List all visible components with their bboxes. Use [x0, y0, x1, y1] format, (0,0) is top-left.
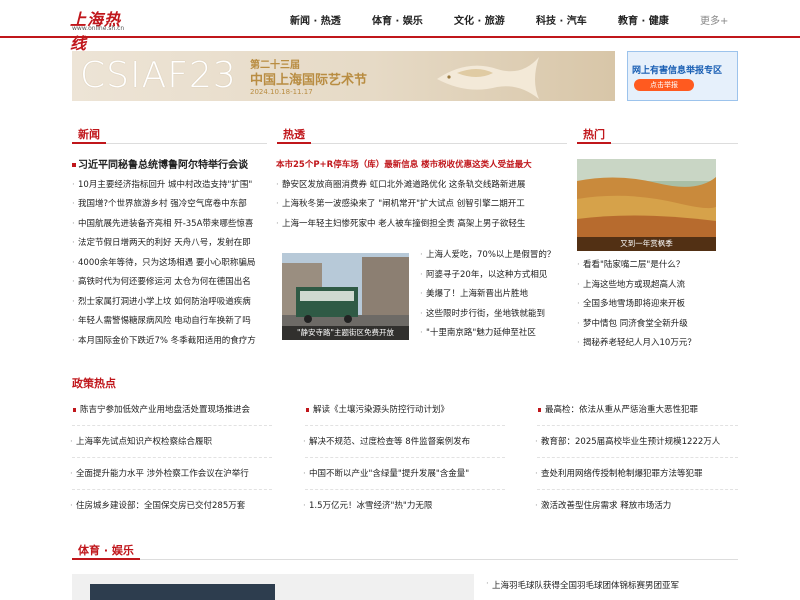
- list-item[interactable]: 1.5万亿元！冰雪经济"热"力无限: [303, 490, 505, 522]
- site-header: 上海热线 www.online.sh.cn 新闻 · 热透 体育 · 娱乐 文化…: [0, 0, 800, 53]
- list-item[interactable]: 解读《土壤污染源头防控行动计划》: [305, 394, 505, 426]
- report-button[interactable]: 点击举报: [634, 79, 694, 91]
- list-item[interactable]: 美爆了！上海新晋出片胜地: [420, 285, 570, 305]
- banner-code: CSIAF23: [80, 55, 237, 96]
- list-item[interactable]: 解决不规范、过度检查等 8件监督案例发布: [303, 426, 505, 458]
- list-item[interactable]: 全面提升能力水平 涉外检察工作会议在沪举行: [70, 458, 272, 490]
- logo-url: www.online.sh.cn: [72, 25, 125, 32]
- policy-list-1: 陈吉宁参加低效产业用地盘活处置现场推进会 上海率先试点知识产权检察综合履职 全面…: [70, 394, 272, 522]
- sports-photo[interactable]: [72, 574, 474, 600]
- list-item[interactable]: 本月国际金价下跌近7% 冬季截阳适用的食疗方: [72, 332, 262, 352]
- list-item[interactable]: 上海这些地方或现超高人流: [577, 276, 738, 296]
- hot-list: 本市25个P+R停车场（库）最新信息 楼市税收优惠这类人受益最大 静安区发放商圈…: [276, 156, 568, 234]
- list-item[interactable]: 梦中情包 同济食堂全新升级: [577, 315, 738, 335]
- list-item[interactable]: 陈吉宁参加低效产业用地盘活处置现场推进会: [72, 394, 272, 426]
- list-item[interactable]: 10月主要经济指标回升 城中村改造支持"扩围": [72, 176, 262, 196]
- hot-heading[interactable]: 热透: [277, 126, 311, 144]
- hot-top-headline[interactable]: 本市25个P+R停车场（库）最新信息 楼市税收优惠这类人受益最大: [276, 156, 568, 176]
- popular-heading[interactable]: 热门: [577, 126, 611, 144]
- list-item[interactable]: 中国航展先进装备齐亮相 歼-35A带来哪些惊喜: [72, 215, 262, 235]
- popular-list: 看看"陆家嘴二层"是什么？ 上海这些地方或现超高人流 全国多地雪场即将迎来开板 …: [577, 256, 738, 354]
- hot-photo-caption: "静安寺路"主题街区免费开放: [282, 326, 409, 340]
- list-item[interactable]: 中国不断以产业"含绿量"提升发展"含金量": [303, 458, 505, 490]
- list-item[interactable]: 阿婆寻子20年，以这种方式相见: [420, 266, 570, 286]
- list-item[interactable]: 这些限时步行街，坐地铁就能到: [420, 305, 570, 325]
- list-item[interactable]: 静安区发放商圈消费券 虹口北外滩道路优化 这条轨交线路新进展: [276, 176, 568, 196]
- list-item[interactable]: 我国增?个世界旅游乡村 强冷空气席卷中东部: [72, 195, 262, 215]
- news-heading[interactable]: 新闻: [72, 126, 106, 144]
- nav-item-sports[interactable]: 体育 · 娱乐: [372, 12, 423, 27]
- banner-date: 2024.10.18-11.17: [250, 88, 313, 96]
- list-item[interactable]: "十里南京路"魅力延伸至社区: [420, 324, 570, 344]
- list-item[interactable]: 看看"陆家嘴二层"是什么？: [577, 256, 738, 276]
- hot-photo[interactable]: "静安寺路"主题街区免费开放: [282, 253, 409, 340]
- hot-section-header: 热透: [277, 124, 567, 144]
- site-logo[interactable]: 上海热线 www.online.sh.cn: [70, 6, 130, 53]
- list-item[interactable]: 全国多地雪场即将迎来开板: [577, 295, 738, 315]
- sports-photo-content: [90, 584, 275, 600]
- list-item[interactable]: 教育部：2025届高校毕业生预计规模1222万人: [535, 426, 738, 458]
- list-item[interactable]: 4000余年等待，只为这场相遇 要小心职称骗局: [72, 254, 262, 274]
- report-ad[interactable]: 网上有害信息举报专区 点击举报: [627, 51, 738, 101]
- list-item[interactable]: 上海秋冬第一波感染来了 "闸机常开"扩大试点 创智引擎二期开工: [276, 195, 568, 215]
- list-item[interactable]: 激活改善型住房需求 释放市场活力: [535, 490, 738, 522]
- list-item[interactable]: 上海一年轻主妇惨死家中 老人被车撞倒担全责 高架上男子欲轻生: [276, 215, 568, 235]
- nav-item-education[interactable]: 教育 · 健康: [618, 12, 669, 27]
- popular-photo[interactable]: 又到一年赏枫季: [577, 159, 716, 251]
- list-item[interactable]: 上海率先试点知识产权检察综合履职: [70, 426, 272, 458]
- list-item[interactable]: 最高检：依法从重从严惩治重大恶性犯罪: [537, 394, 738, 426]
- policy-list-2: 解读《土壤污染源头防控行动计划》 解决不规范、过度检查等 8件监督案例发布 中国…: [303, 394, 505, 522]
- sports-section-header: 体育 · 娱乐: [72, 540, 738, 560]
- festival-banner[interactable]: CSIAF23 第二十三届 中国上海国际艺术节 2024.10.18-11.17: [72, 51, 615, 101]
- list-item[interactable]: 习近平同秘鲁总统博鲁阿尔特举行会谈: [72, 156, 262, 176]
- list-item[interactable]: 查处利用网络传授制枪制爆犯罪方法等犯罪: [535, 458, 738, 490]
- sports-heading[interactable]: 体育 · 娱乐: [72, 542, 140, 560]
- list-item[interactable]: 高铁时代为何还要修运河 太仓为何在德国出名: [72, 273, 262, 293]
- news-section-header: 新闻: [72, 124, 267, 144]
- report-ad-title: 网上有害信息举报专区: [632, 66, 723, 76]
- nav-item-tech[interactable]: 科技 · 汽车: [536, 12, 587, 27]
- list-item[interactable]: 上海人爱吃，70%以上是假冒的？: [420, 246, 570, 266]
- news-list: 习近平同秘鲁总统博鲁阿尔特举行会谈 10月主要经济指标回升 城中村改造支持"扩围…: [72, 156, 262, 351]
- nav-item-news[interactable]: 新闻 · 热透: [290, 12, 341, 27]
- list-item[interactable]: 年轻人需警惕糖尿病风险 电动自行车换新了吗: [72, 312, 262, 332]
- goldfish-icon: [437, 57, 539, 99]
- hot-side-list: 上海人爱吃，70%以上是假冒的？ 阿婆寻子20年，以这种方式相见 美爆了！上海新…: [420, 246, 570, 344]
- policy-heading[interactable]: 政策热点: [72, 375, 116, 391]
- nav-item-more[interactable]: 更多+: [700, 12, 728, 27]
- popular-section-header: 热门: [577, 124, 738, 144]
- list-item[interactable]: 揭秘养老轻纪人月入10万元？: [577, 334, 738, 354]
- banner-title: 中国上海国际艺术节: [250, 73, 368, 88]
- sports-headline[interactable]: 上海羽毛球队获得全国羽毛球团体锦标赛男团亚军: [486, 579, 679, 591]
- policy-list-3: 最高检：依法从重从严惩治重大恶性犯罪 教育部：2025届高校毕业生预计规模122…: [535, 394, 738, 522]
- popular-photo-caption: 又到一年赏枫季: [577, 237, 716, 251]
- nav-item-culture[interactable]: 文化 · 旅游: [454, 12, 505, 27]
- list-item[interactable]: 住房城乡建设部：全国保交房已交付285万套: [70, 490, 272, 522]
- list-item[interactable]: 法定节假日增两天的利好 天舟八号，发射在即: [72, 234, 262, 254]
- list-item[interactable]: 烈士家属打洞进小学上坟 如何防治呼吸道疾病: [72, 293, 262, 313]
